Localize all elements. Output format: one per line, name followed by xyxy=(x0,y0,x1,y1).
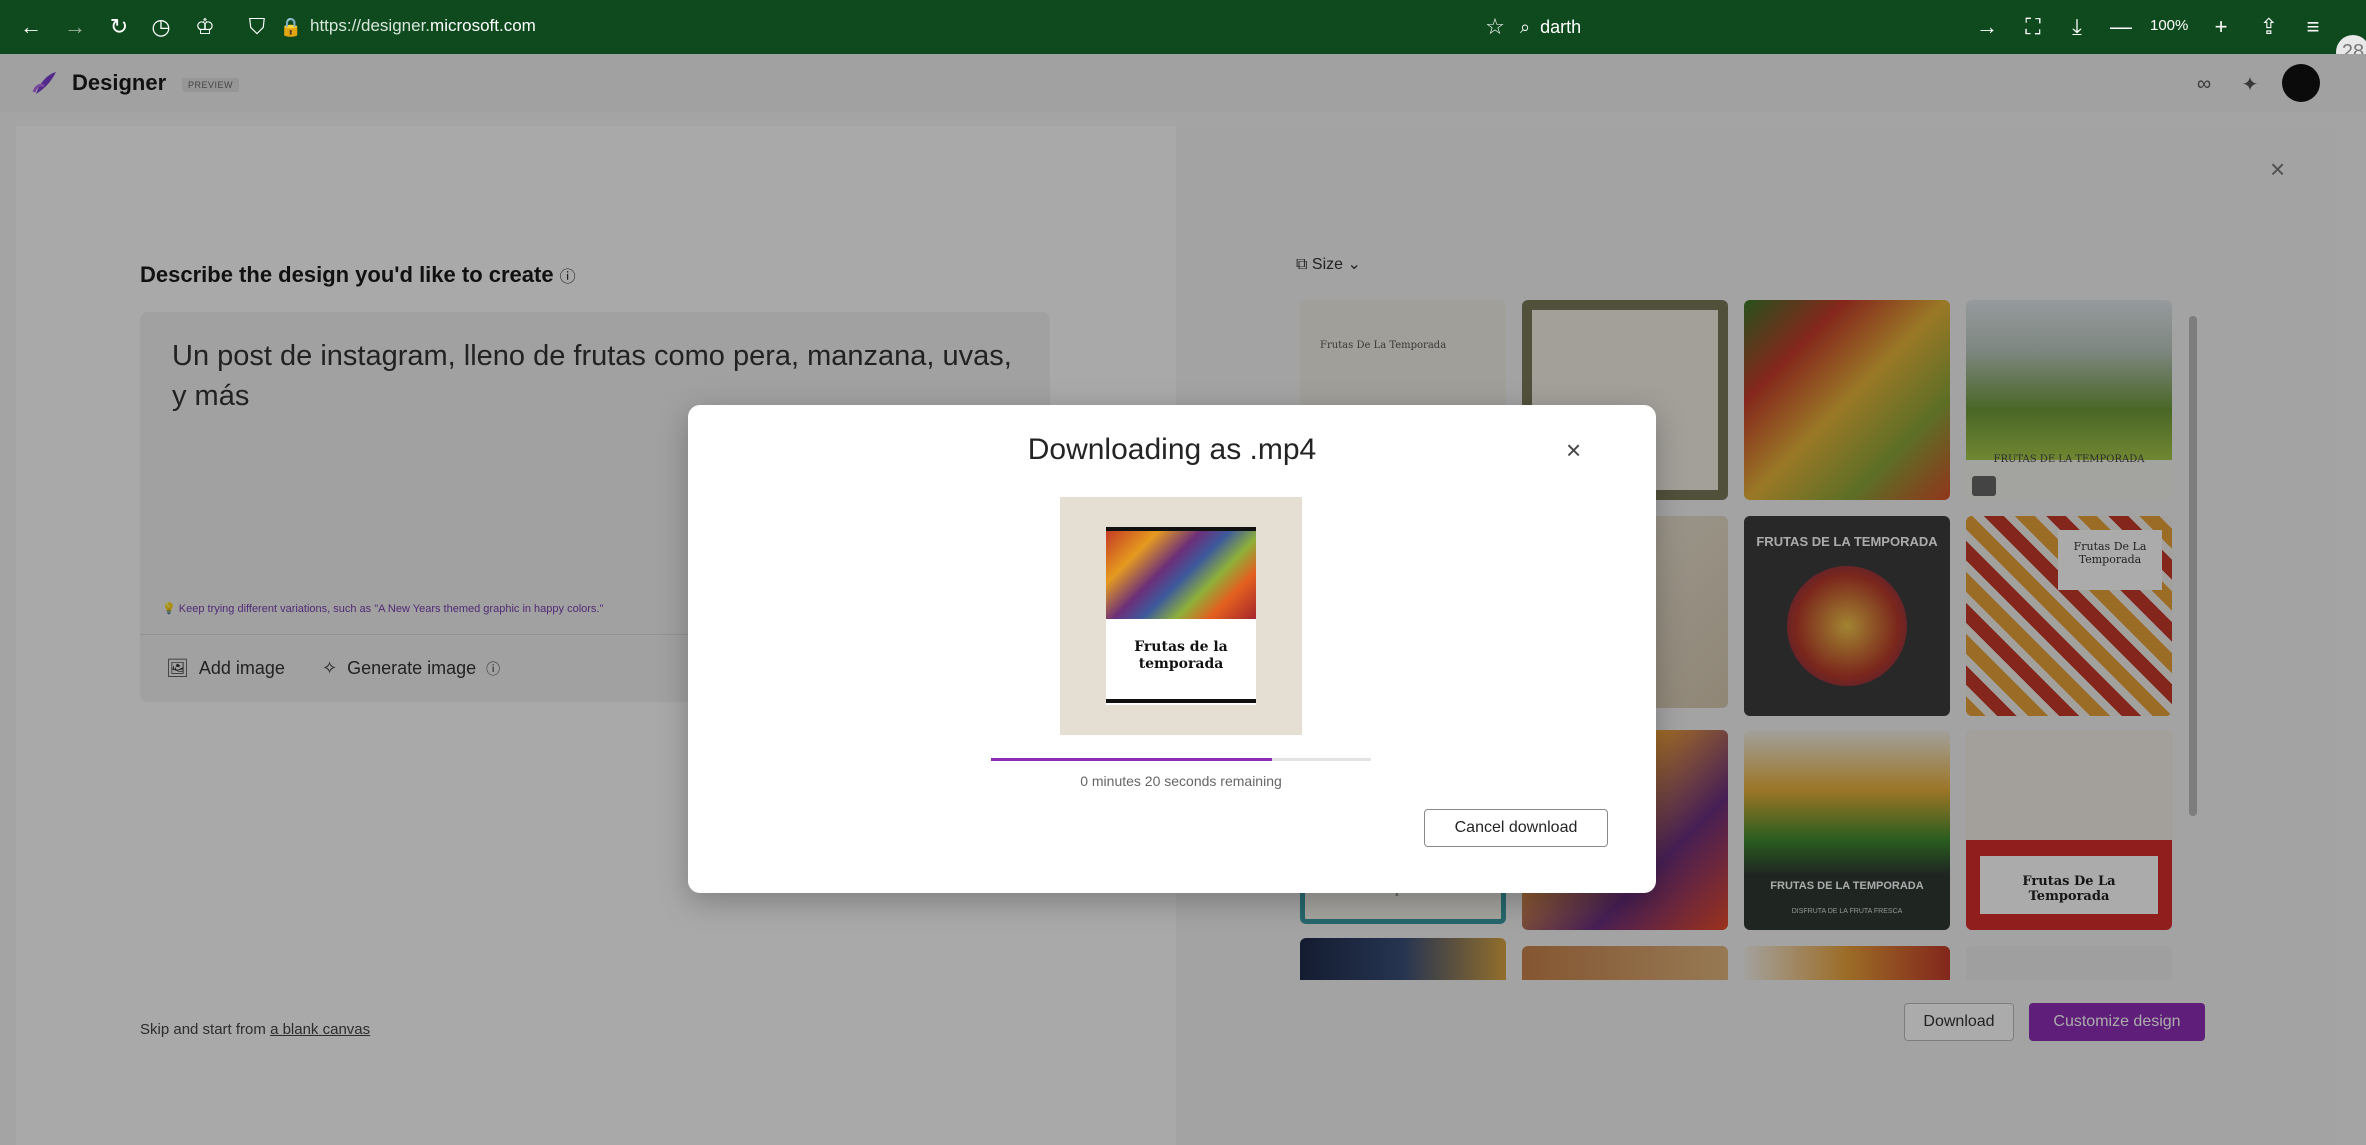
dialog-title: Downloading as .mp4 xyxy=(1027,433,1317,466)
zoom-out-icon[interactable]: — xyxy=(2106,12,2136,42)
address-bar[interactable]: https://designer.microsoft.com xyxy=(310,16,536,36)
bookmark-star-icon[interactable]: ☆ xyxy=(1480,12,1510,42)
go-arrow-icon[interactable]: → xyxy=(1972,12,2002,42)
zoom-in-icon[interactable]: + xyxy=(2206,12,2236,42)
shield-icon[interactable]: ⛉ xyxy=(242,12,272,42)
history-icon[interactable]: ◷ xyxy=(146,12,176,42)
zoom-level: 100% xyxy=(2150,17,2189,34)
search-query: darth xyxy=(1540,16,1582,37)
lock-icon: 🔒 xyxy=(279,16,303,37)
download-preview: Frutas de la temporada xyxy=(1060,497,1302,735)
time-remaining: 0 minutes 20 seconds remaining xyxy=(1080,773,1282,789)
preview-title: Frutas de la temporada xyxy=(1134,639,1228,672)
close-icon[interactable]: × xyxy=(1566,435,1581,466)
screenshot-icon[interactable]: ⛶ xyxy=(2018,12,2048,42)
download-icon[interactable]: ⤓ xyxy=(2062,12,2092,42)
back-icon[interactable]: ← xyxy=(16,12,46,42)
download-dialog: Downloading as .mp4 × Frutas de la tempo… xyxy=(688,405,1656,893)
share-icon[interactable]: ⇪ xyxy=(2254,12,2284,42)
browser-toolbar: ← → ↻ ◷ ♔ ⛉ 🔒 https://designer.microsoft… xyxy=(0,0,2366,54)
search-icon: ⌕ xyxy=(1520,16,1531,37)
menu-icon[interactable]: ≡ xyxy=(2298,12,2328,42)
download-progress-fill xyxy=(991,758,1273,761)
extension-icon[interactable]: ♔ xyxy=(190,12,220,42)
cancel-download-button[interactable]: Cancel download xyxy=(1424,809,1608,847)
preview-divider xyxy=(1106,699,1256,703)
preview-design: Frutas de la temporada xyxy=(1106,527,1256,705)
search-field[interactable]: ⌕ darth xyxy=(1520,10,1950,44)
forward-icon[interactable]: → xyxy=(60,12,90,42)
reload-icon[interactable]: ↻ xyxy=(104,12,134,42)
download-progress-bar xyxy=(991,758,1371,761)
fruit-image xyxy=(1106,527,1256,619)
